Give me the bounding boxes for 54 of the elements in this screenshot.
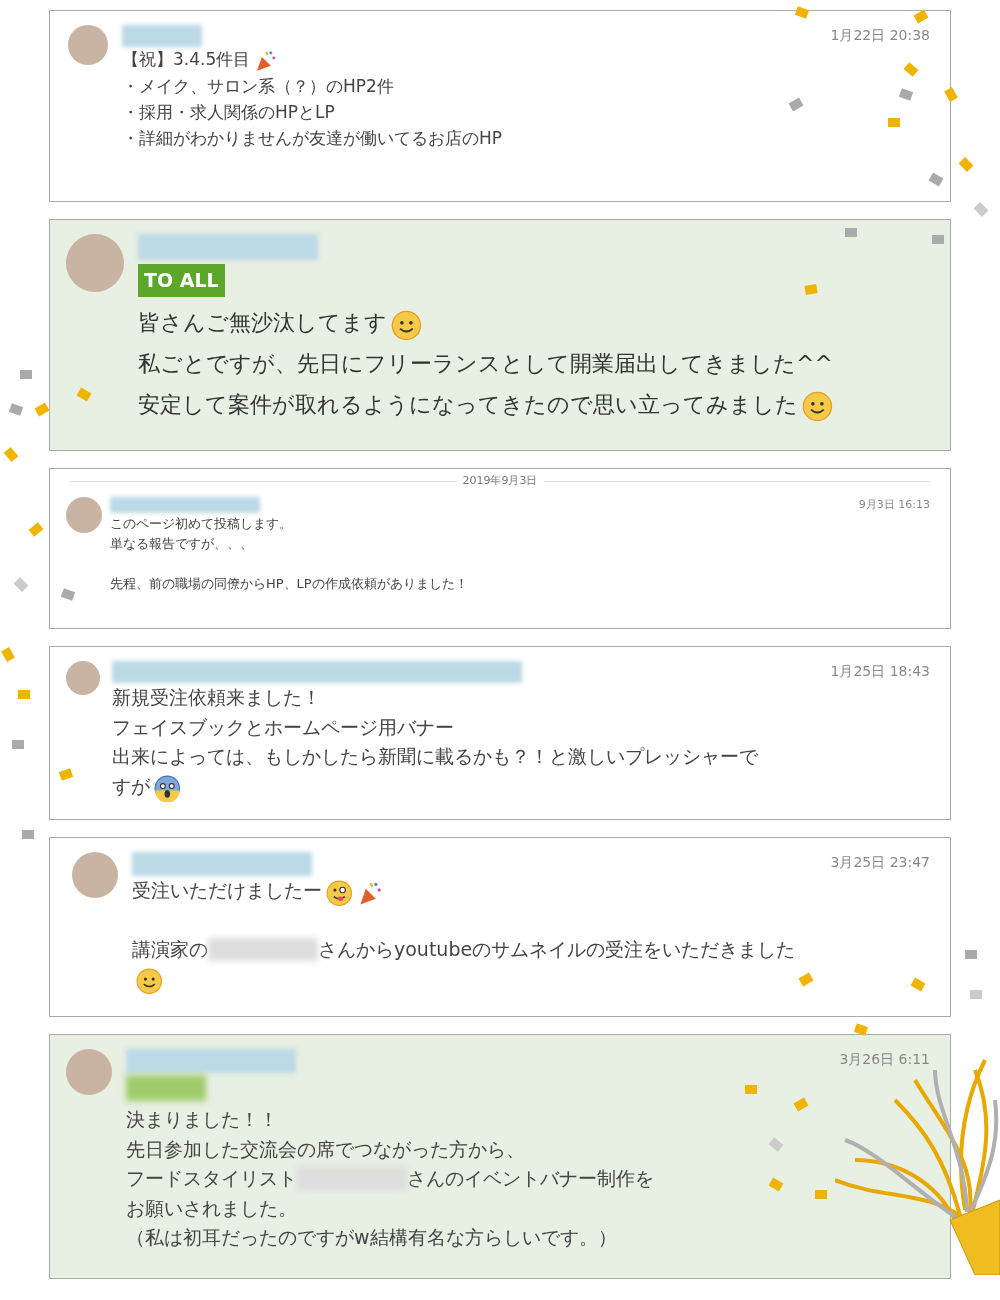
message-text: 【祝】3.4.5件目 <box>122 48 251 72</box>
confetti-piece <box>845 228 857 237</box>
message-text: すが <box>112 773 150 799</box>
message-text: 新規受注依頼来ました！ <box>112 685 321 711</box>
message-text: 受注いただけましたー <box>132 878 322 904</box>
confetti-piece <box>18 690 30 699</box>
avatar <box>66 661 100 695</box>
message-text: さんからyoutubeのサムネイルの受注をいただきました <box>318 937 796 963</box>
avatar <box>72 852 118 898</box>
message-text: さんのイベントバナー制作を <box>407 1166 654 1192</box>
confetti-piece <box>745 1085 757 1094</box>
timestamp: 3月26日 6:11 <box>839 1050 930 1069</box>
timestamp: 3月25日 23:47 <box>830 853 930 872</box>
message-text: 単なる報告ですが、、、 <box>110 534 253 553</box>
message-text: 先程、前の職場の同僚からHP、LPの作成依頼がありました！ <box>110 575 468 594</box>
confetti-piece <box>932 235 944 244</box>
smiley-icon <box>326 877 353 904</box>
smiley-icon <box>136 965 163 993</box>
message-text: ・メイク、サロン系（？）のHP2件 <box>122 74 394 98</box>
confetti-piece <box>965 950 977 959</box>
message-text: 皆さんご無沙汰してます <box>138 309 387 338</box>
message-text: ・詳細がわかりませんが友達が働いてるお店のHP <box>122 127 503 151</box>
avatar <box>66 1049 112 1095</box>
timestamp: 9月3日 16:13 <box>858 497 930 513</box>
message-text: 講演家の <box>132 937 208 963</box>
avatar <box>66 497 102 533</box>
to-all-tag: TO ALL <box>138 264 225 297</box>
screaming-face-icon <box>154 772 181 800</box>
confetti-piece <box>1 647 15 662</box>
message-text: 先日参加した交流会の席でつながった方から、 <box>126 1136 525 1162</box>
confetti-piece <box>853 1023 869 1036</box>
confetti-piece <box>8 403 24 416</box>
timestamp: 1月22日 20:38 <box>830 26 930 45</box>
confetti-piece <box>804 284 818 295</box>
message-text: 決まりました！！ <box>126 1107 278 1133</box>
message-text: 私ごとですが、先日にフリーランスとして開業届出してきました^^ <box>138 350 833 379</box>
confetti-piece <box>12 740 24 749</box>
message-text: 安定して案件が取れるようになってきたので思い立ってみました <box>138 390 798 419</box>
confetti-piece <box>815 1190 827 1199</box>
date-divider: 2019年9月3日 <box>462 473 538 489</box>
timestamp: 1月25日 18:43 <box>830 662 930 681</box>
message-text: お願いされました。 <box>126 1195 297 1221</box>
confetti-piece <box>34 402 50 417</box>
message-text: （私は初耳だったのですがw結構有名な方らしいです。） <box>126 1225 617 1251</box>
avatar <box>68 25 108 65</box>
confetti-piece <box>20 370 32 379</box>
confetti-piece <box>22 830 34 839</box>
message-text: ・採用・求人関係のHPとLP <box>122 101 335 125</box>
message-text: 出来によっては、もしかしたら新聞に載るかも？！と激しいプレッシャーで <box>112 744 758 770</box>
message-text: フードスタイリスト <box>126 1166 297 1192</box>
confetti-piece <box>888 118 900 127</box>
confetti-piece <box>970 990 982 999</box>
message-text: フェイスブックとホームページ用バナー <box>112 714 454 740</box>
message-text: このページ初めて投稿します。 <box>110 514 292 533</box>
